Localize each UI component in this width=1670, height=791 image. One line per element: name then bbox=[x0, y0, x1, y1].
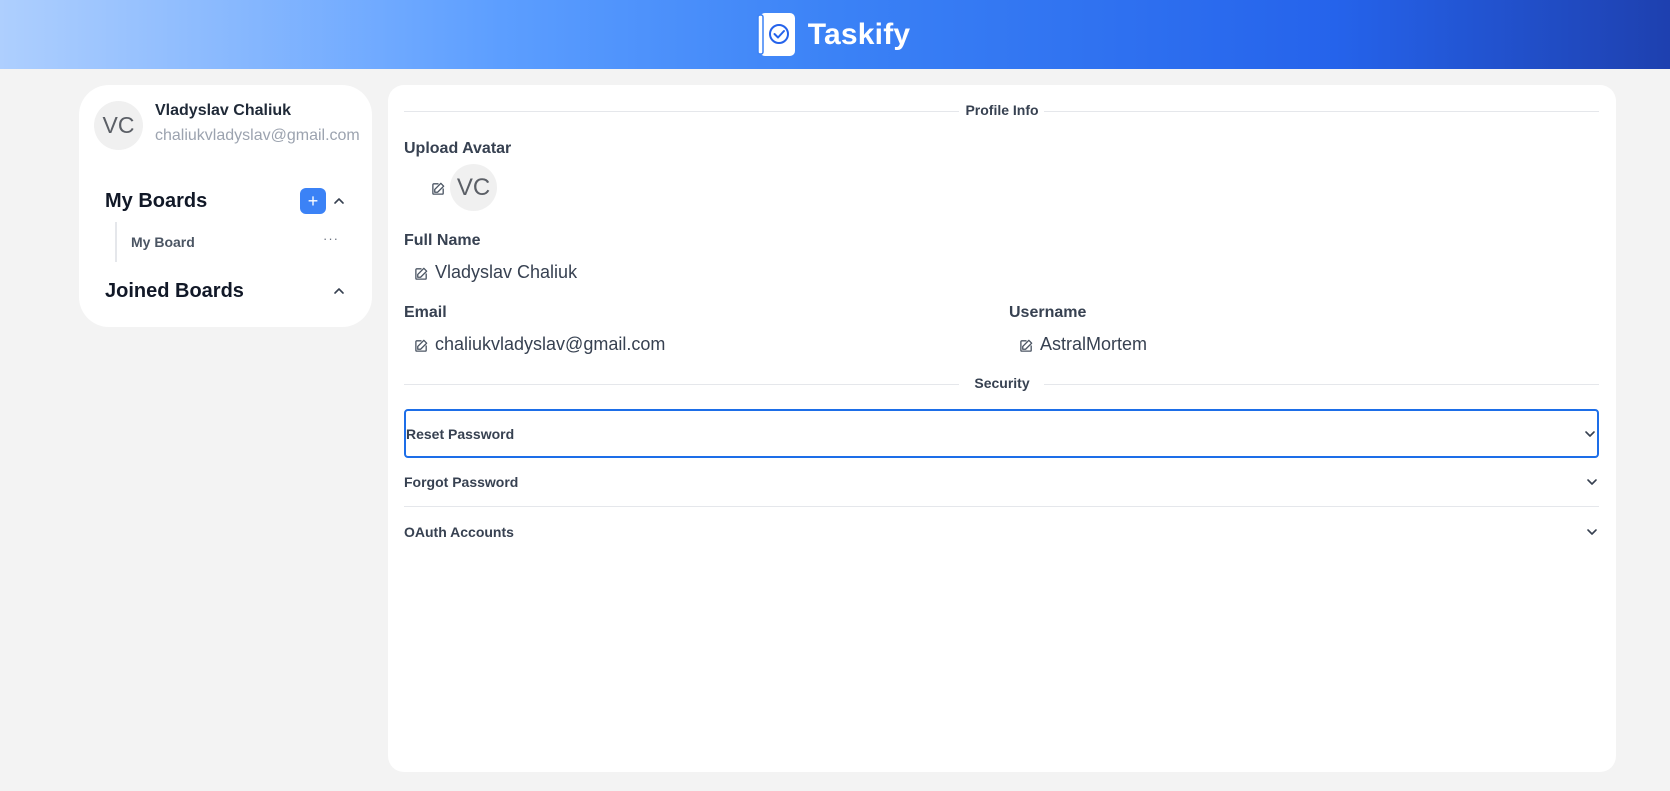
forgot-password-accordion[interactable]: Forgot Password bbox=[404, 458, 1599, 507]
profile-info-divider: Profile Info bbox=[404, 102, 1599, 120]
profile-avatar[interactable]: VC bbox=[450, 164, 497, 211]
collapse-joined-boards-button[interactable] bbox=[331, 283, 347, 299]
chevron-up-icon bbox=[334, 198, 344, 204]
user-name: Vladyslav Chaliuk bbox=[155, 102, 292, 119]
boards-tree-line bbox=[115, 222, 117, 262]
oauth-accounts-accordion[interactable]: OAuth Accounts bbox=[404, 507, 1599, 556]
profile-info-title: Profile Info bbox=[965, 102, 1039, 118]
chevron-down-icon bbox=[1587, 479, 1597, 485]
edit-icon[interactable] bbox=[1019, 337, 1034, 352]
oauth-accounts-label: OAuth Accounts bbox=[404, 523, 514, 540]
reset-password-label: Reset Password bbox=[406, 425, 515, 442]
edit-icon[interactable] bbox=[414, 265, 429, 280]
avatar[interactable]: VC bbox=[94, 101, 143, 150]
full-name-value: Vladyslav Chaliuk bbox=[435, 262, 578, 282]
collapse-my-boards-button[interactable] bbox=[331, 193, 347, 209]
app-header: Taskify bbox=[0, 0, 1670, 69]
sidebar: VC Vladyslav Chaliuk chaliukvladyslav@gm… bbox=[79, 85, 372, 327]
add-board-button[interactable]: + bbox=[300, 188, 326, 214]
reset-password-accordion[interactable]: Reset Password bbox=[404, 409, 1599, 458]
edit-icon[interactable] bbox=[414, 337, 429, 352]
username-value: AstralMortem bbox=[1040, 334, 1148, 354]
email-label: Email bbox=[404, 304, 447, 321]
board-item-my-board[interactable]: My Board bbox=[131, 234, 195, 250]
security-divider: Security bbox=[404, 375, 1599, 393]
full-name-field[interactable]: Vladyslav Chaliuk bbox=[414, 262, 577, 283]
full-name-label: Full Name bbox=[404, 232, 481, 249]
username-field[interactable]: AstralMortem bbox=[1019, 334, 1147, 355]
notebook-check-icon bbox=[756, 12, 796, 57]
profile-panel: Profile Info Upload Avatar VC Full Name … bbox=[388, 85, 1616, 772]
board-more-button[interactable]: ··· bbox=[323, 231, 339, 246]
forgot-password-label: Forgot Password bbox=[404, 474, 519, 490]
username-label: Username bbox=[1009, 304, 1087, 321]
logo[interactable]: Taskify bbox=[756, 12, 911, 57]
user-profile-card[interactable]: VC Vladyslav Chaliuk chaliukvladyslav@gm… bbox=[94, 101, 360, 150]
user-email: chaliukvladyslav@gmail.com bbox=[155, 127, 360, 144]
joined-boards-heading: Joined Boards bbox=[105, 280, 244, 302]
my-boards-heading: My Boards bbox=[105, 190, 208, 212]
chevron-up-icon bbox=[334, 288, 344, 294]
email-value: chaliukvladyslav@gmail.com bbox=[435, 334, 666, 354]
chevron-down-icon bbox=[1587, 528, 1597, 535]
edit-avatar-icon[interactable] bbox=[431, 181, 446, 196]
upload-avatar-label: Upload Avatar bbox=[404, 140, 512, 157]
email-field[interactable]: chaliukvladyslav@gmail.com bbox=[414, 334, 665, 355]
chevron-down-icon bbox=[1585, 430, 1595, 437]
app-title: Taskify bbox=[807, 17, 911, 51]
security-title: Security bbox=[974, 375, 1030, 391]
